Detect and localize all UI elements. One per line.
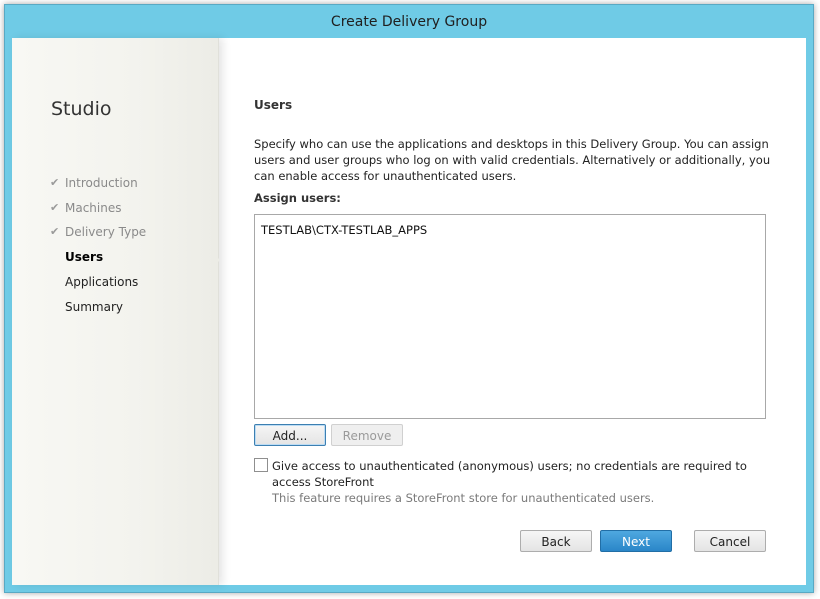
back-button[interactable]: Back	[520, 530, 592, 552]
checkmark-icon: ✔	[50, 225, 60, 238]
next-button[interactable]: Next	[600, 530, 672, 552]
step-label: Delivery Type	[65, 225, 147, 239]
cancel-button[interactable]: Cancel	[694, 530, 766, 552]
checkmark-icon: ✔	[50, 176, 60, 189]
checkmark-icon: ✔	[50, 201, 60, 214]
unauthenticated-access-checkbox[interactable]	[254, 458, 268, 472]
studio-title: Studio	[51, 98, 112, 120]
page-description: Specify who can use the applications and…	[254, 137, 771, 183]
wizard-sidebar: Studio ✔ Introduction ✔ Machines ✔ Deliv…	[12, 38, 219, 585]
step-label: Users	[65, 250, 104, 264]
step-label: Applications	[65, 275, 139, 289]
dialog-client-area: Studio ✔ Introduction ✔ Machines ✔ Deliv…	[12, 38, 806, 585]
step-label: Introduction	[65, 176, 138, 190]
current-step-pointer	[212, 252, 220, 268]
unauthenticated-access-label[interactable]: Give access to unauthenticated (anonymou…	[272, 458, 762, 490]
unauthenticated-access-hint: This feature requires a StoreFront store…	[272, 491, 655, 505]
page-heading: Users	[254, 98, 293, 112]
remove-user-button[interactable]: Remove	[331, 424, 403, 446]
dialog-window: Create Delivery Group Studio ✔ Introduct…	[4, 4, 814, 593]
list-item[interactable]: TESTLAB\CTX-TESTLAB_APPS	[261, 223, 427, 237]
add-user-button[interactable]: Add...	[254, 424, 326, 446]
step-label: Summary	[65, 300, 123, 314]
assigned-users-list[interactable]: TESTLAB\CTX-TESTLAB_APPS	[254, 214, 766, 419]
window-title: Create Delivery Group	[330, 14, 488, 30]
step-label: Machines	[65, 201, 122, 215]
wizard-page: Users Specify who can use the applicatio…	[254, 38, 794, 585]
assign-users-label: Assign users:	[254, 191, 341, 205]
